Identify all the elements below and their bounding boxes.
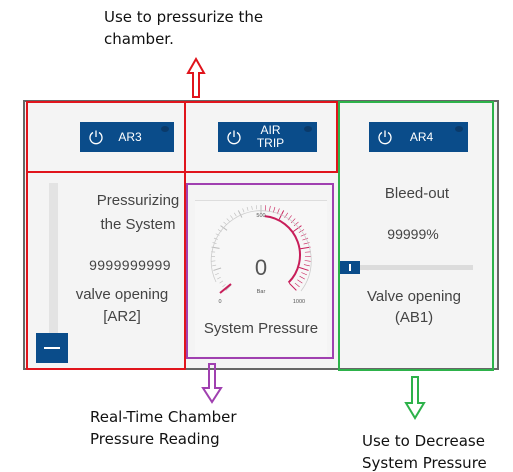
green-highlight-bleed [338, 101, 494, 371]
purple-highlight-gauge [186, 183, 334, 359]
up-arrow-icon [186, 57, 206, 98]
annotation-pressurize: Use to pressurize the chamber. [104, 8, 264, 48]
down-arrow-icon [404, 376, 426, 420]
red-highlight-pressurize-lower [26, 101, 186, 370]
annotation-decrease: Use to Decrease System Pressure [362, 432, 487, 472]
annotation-real-time: Real-Time Chamber Pressure Reading [90, 408, 237, 448]
down-arrow-icon [201, 363, 223, 404]
